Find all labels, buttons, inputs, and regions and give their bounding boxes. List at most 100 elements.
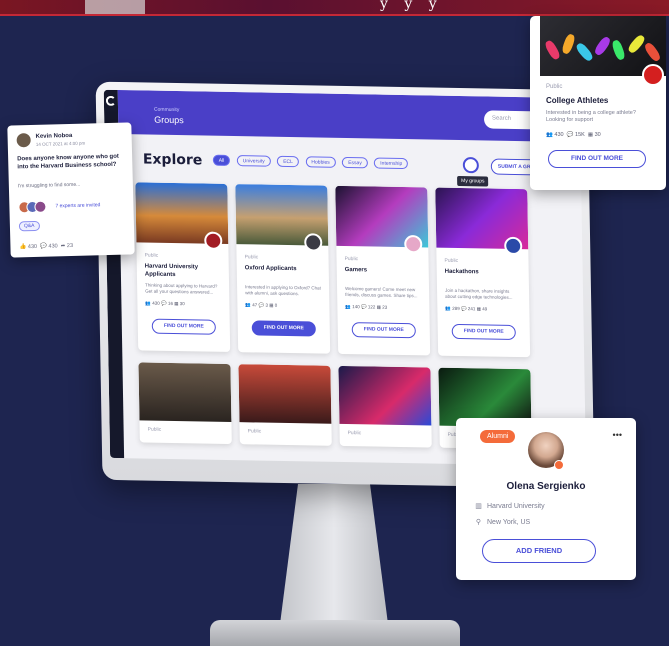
filter-chip-all[interactable]: All bbox=[212, 154, 231, 167]
group-visibility: Public bbox=[344, 255, 359, 263]
filter-chip-university[interactable]: University bbox=[236, 155, 271, 167]
posts-icon: 💬 bbox=[360, 304, 367, 310]
group-visibility: Public bbox=[444, 257, 459, 264]
events-icon: ▦ bbox=[587, 132, 594, 138]
post-stats: 👍 430 💬 430 ➦ 23 bbox=[19, 243, 73, 250]
group-card[interactable]: Public Harvard University Applicants Thi… bbox=[135, 182, 231, 353]
group-description: Interested in being a college athlete? L… bbox=[546, 110, 636, 123]
explore-title: Explore bbox=[142, 151, 203, 169]
post-body: I'm struggling to find some... bbox=[17, 181, 81, 190]
post-question: Does anyone know anyone who got into the… bbox=[17, 153, 119, 171]
members-icon: 👥 bbox=[345, 304, 352, 310]
find-out-more-button[interactable]: FIND OUT MORE bbox=[548, 150, 646, 168]
filter-chip-ecl[interactable]: ECL bbox=[277, 156, 300, 168]
group-card[interactable]: Public Oxford Applicants Interested in a… bbox=[235, 184, 331, 354]
group-title: Harvard University Applicants bbox=[144, 263, 199, 279]
members-icon: 👥 bbox=[145, 300, 152, 306]
find-out-more-button[interactable]: FIND OUT MORE bbox=[151, 318, 216, 335]
group-card-athletes[interactable]: Public College Athletes Interested in be… bbox=[530, 16, 666, 190]
comments-count: 430 bbox=[48, 243, 58, 250]
experts-invited-link[interactable]: 7 experts are invited bbox=[55, 202, 100, 209]
members-count: 289 bbox=[452, 305, 460, 312]
group-visibility: Public bbox=[347, 430, 362, 437]
posts-icon: 💬 bbox=[460, 306, 467, 312]
profile-school: ▥ Harvard University bbox=[474, 502, 544, 510]
find-out-more-button[interactable]: FIND OUT MORE bbox=[251, 320, 316, 337]
post-card[interactable]: Kevin Noboa 14 OCT 2021 at 4:00 pm Does … bbox=[7, 122, 135, 258]
crest-image bbox=[85, 0, 145, 14]
posts-count: 3 bbox=[265, 302, 268, 308]
events-icon: ▦ bbox=[476, 306, 481, 312]
comment-icon[interactable]: 💬 bbox=[40, 244, 47, 250]
app-logo-icon[interactable] bbox=[105, 95, 116, 106]
posts-icon: 💬 bbox=[258, 302, 265, 308]
group-avatar bbox=[204, 231, 223, 250]
posts-icon: 💬 bbox=[566, 132, 574, 138]
members-count: 430 bbox=[554, 132, 564, 138]
post-tag[interactable]: Q&A bbox=[18, 220, 40, 232]
location-name: New York, US bbox=[487, 519, 531, 526]
members-count: 47 bbox=[252, 302, 258, 308]
explore-row: Explore All University ECL Hobbies Essay… bbox=[143, 150, 411, 173]
banner-text: y y y bbox=[380, 0, 443, 12]
members-count: 140 bbox=[352, 304, 360, 310]
group-card[interactable]: Public Hackathons Join a hackathon, shar… bbox=[435, 187, 531, 358]
monitor-base bbox=[210, 620, 460, 646]
group-title: Hackathons bbox=[444, 268, 479, 276]
more-icon[interactable]: ••• bbox=[613, 430, 622, 440]
events-icon: ▦ bbox=[376, 304, 381, 310]
group-card[interactable]: Public bbox=[238, 364, 332, 446]
events-icon: ▦ bbox=[174, 301, 179, 307]
find-out-more-button[interactable]: FIND OUT MORE bbox=[451, 323, 516, 340]
events-count: 30 bbox=[594, 132, 601, 138]
app-header: Community Groups Search bbox=[117, 90, 581, 143]
group-description: Welcome gamers! Come meet new friends, d… bbox=[345, 286, 418, 299]
group-stats: 👥 47 💬 3 ▦ 0 bbox=[245, 302, 277, 309]
university-icon: ▥ bbox=[475, 503, 482, 510]
likes-count: 430 bbox=[27, 243, 38, 251]
members-icon: 👥 bbox=[546, 132, 553, 138]
add-friend-button[interactable]: ADD FRIEND bbox=[482, 539, 596, 563]
members-icon: 👥 bbox=[445, 305, 452, 311]
shares-count: 23 bbox=[66, 242, 74, 250]
community-label: Community bbox=[153, 106, 180, 114]
group-stats: 👥 430 💬 15K ▦ 30 bbox=[546, 132, 601, 138]
status-badge bbox=[554, 460, 564, 470]
group-card[interactable]: Public bbox=[138, 362, 232, 445]
posts-count: 15K bbox=[575, 132, 585, 138]
events-icon: ▦ bbox=[269, 302, 274, 308]
posts-icon: 💬 bbox=[161, 300, 167, 306]
group-title: College Athletes bbox=[546, 96, 609, 105]
group-avatar bbox=[504, 236, 523, 256]
my-groups-icon[interactable] bbox=[462, 156, 479, 174]
group-image bbox=[338, 365, 432, 426]
post-date: 14 OCT 2021 at 4:00 pm bbox=[35, 140, 86, 147]
top-banner: y y y bbox=[0, 0, 669, 16]
posts-count: 241 bbox=[467, 306, 476, 312]
group-title: Oxford Applicants bbox=[244, 265, 297, 273]
find-out-more-button[interactable]: FIND OUT MORE bbox=[351, 322, 416, 339]
profile-card[interactable]: Alumni ••• Olena Sergienko ▥ Harvard Univ… bbox=[456, 418, 636, 580]
group-visibility: Public bbox=[144, 252, 159, 259]
author-avatar bbox=[16, 133, 31, 148]
group-avatar bbox=[304, 233, 323, 252]
monitor-stand bbox=[280, 484, 388, 624]
group-stats: 👥 289 💬 241 ▦ 49 bbox=[445, 306, 487, 313]
group-avatar bbox=[404, 235, 423, 254]
filter-chip-internship[interactable]: Internship bbox=[374, 157, 409, 170]
my-groups-toggle[interactable] bbox=[462, 156, 479, 174]
group-card[interactable]: Public bbox=[338, 365, 432, 448]
like-icon[interactable]: 👍 bbox=[19, 244, 26, 250]
group-avatar bbox=[642, 64, 664, 86]
alumni-badge: Alumni bbox=[480, 430, 516, 443]
members-count: 430 bbox=[152, 300, 160, 306]
events-count: 49 bbox=[482, 306, 488, 312]
filter-chip-essay[interactable]: Essay bbox=[342, 157, 368, 169]
my-groups-tooltip: My groups bbox=[457, 175, 489, 187]
events-count: 0 bbox=[274, 302, 278, 308]
filter-chip-hobbies[interactable]: Hobbies bbox=[305, 156, 336, 169]
group-visibility: Public bbox=[147, 426, 162, 433]
share-icon[interactable]: ➦ bbox=[61, 243, 66, 249]
group-card[interactable]: Public Gamers Welcome gamers! Come meet … bbox=[335, 185, 431, 356]
group-image bbox=[138, 362, 232, 423]
